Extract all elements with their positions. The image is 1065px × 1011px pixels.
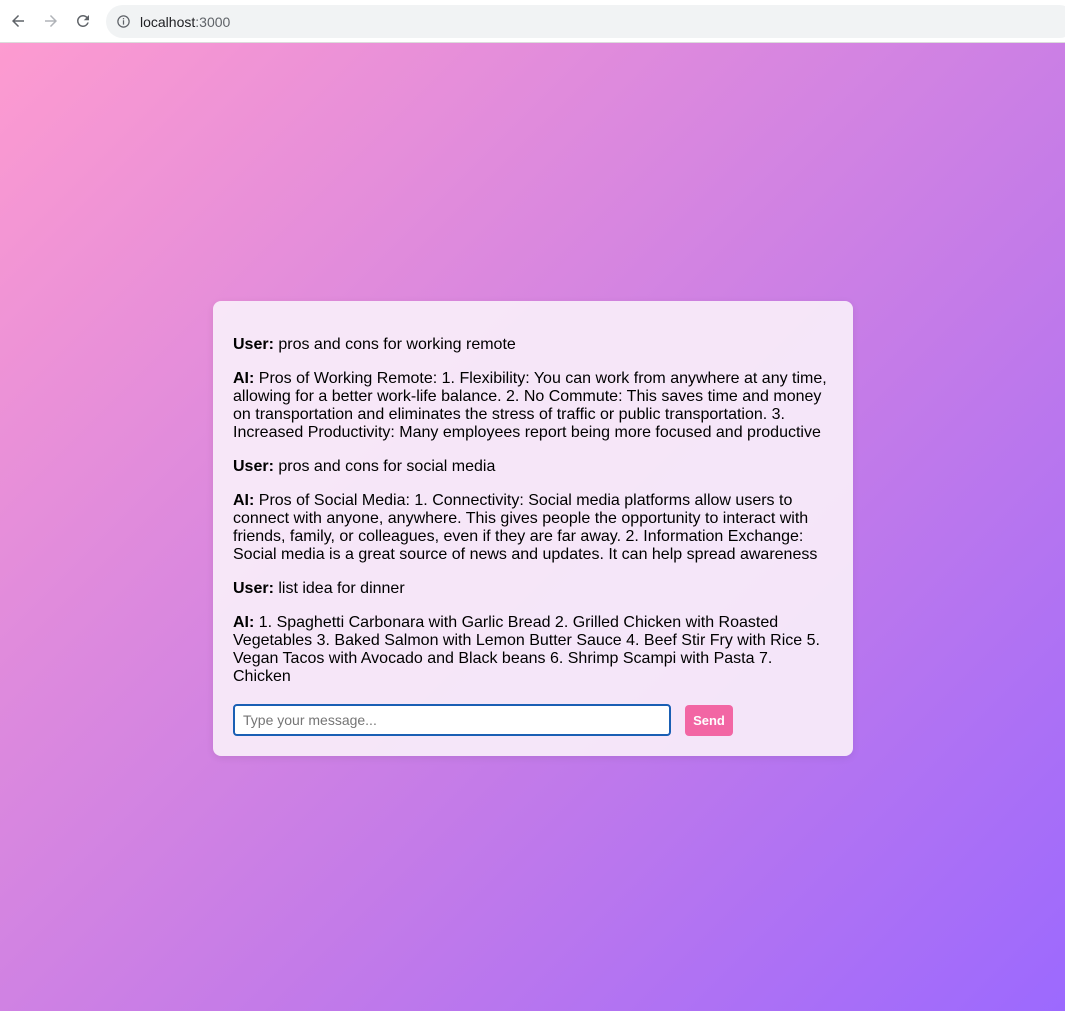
message-speaker: AI:: [233, 614, 255, 631]
reload-button[interactable]: [71, 9, 95, 33]
send-button[interactable]: Send: [685, 704, 733, 736]
chat-message: AI: Pros of Social Media: 1. Connectivit…: [233, 492, 833, 564]
message-text: pros and cons for working remote: [273, 336, 516, 353]
chat-message: User: pros and cons for working remote: [233, 336, 833, 354]
message-input[interactable]: [233, 704, 671, 736]
message-text: 1. Spaghetti Carbonara with Garlic Bread…: [233, 614, 820, 685]
chat-message: AI: 1. Spaghetti Carbonara with Garlic B…: [233, 614, 833, 686]
message-speaker: User:: [233, 458, 274, 475]
reload-icon: [76, 14, 89, 27]
message-text: Pros of Working Remote: 1. Flexibility: …: [233, 370, 827, 441]
chat-message: User: pros and cons for social media: [233, 458, 833, 476]
url-host: localhost: [140, 13, 196, 30]
url-port: :3000: [195, 13, 231, 30]
forward-button[interactable]: [39, 9, 63, 33]
message-text: Pros of Social Media: 1. Connectivity: S…: [233, 492, 818, 563]
page-background: User: pros and cons for working remote A…: [0, 43, 1065, 1011]
message-input-row: Send: [233, 704, 833, 736]
message-speaker: User:: [233, 580, 274, 597]
message-speaker: AI:: [233, 492, 255, 509]
browser-toolbar: localhost:3000: [0, 0, 1065, 43]
message-text: list idea for dinner: [273, 580, 405, 597]
chat-message: AI: Pros of Working Remote: 1. Flexibili…: [233, 370, 833, 442]
info-icon[interactable]: [116, 14, 132, 30]
message-speaker: User:: [233, 336, 274, 353]
message-speaker: AI:: [233, 370, 255, 387]
message-text: pros and cons for social media: [273, 458, 496, 475]
arrow-right-icon: [45, 15, 57, 27]
back-button[interactable]: [6, 9, 30, 33]
address-bar[interactable]: localhost:3000: [106, 5, 1065, 38]
chat-message: User: list idea for dinner: [233, 580, 833, 598]
chat-container: User: pros and cons for working remote A…: [213, 301, 853, 756]
arrow-left-icon: [12, 15, 24, 27]
